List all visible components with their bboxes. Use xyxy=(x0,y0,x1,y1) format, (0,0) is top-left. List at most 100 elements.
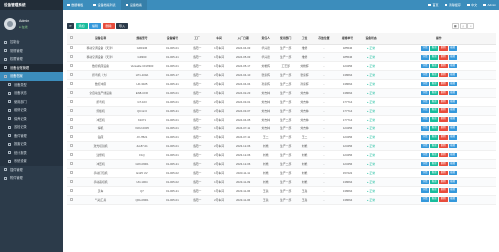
column-header[interactable]: 设备名称 xyxy=(75,33,126,45)
sidebar-item[interactable]: 巡检记录 xyxy=(0,123,63,132)
repair-button[interactable]: 报修 xyxy=(430,170,439,176)
row-checkbox[interactable] xyxy=(69,179,73,183)
repair-button[interactable]: 报修 xyxy=(430,72,439,78)
sidebar-item[interactable]: 权限管理 xyxy=(0,55,63,64)
row-checkbox[interactable] xyxy=(69,135,73,139)
add-button[interactable]: 添加 xyxy=(75,23,88,29)
table-row[interactable]: 手动打包机 E125 UV 01-005-02 洛阳一 1号车间 2023-11-11 刘艳… xyxy=(67,168,496,178)
row-checkbox[interactable] xyxy=(69,73,73,77)
table-row[interactable]: 折弯机 GT-103 01-005-01 洛阳一 2号车间 2024-03-01 刘吉林 生产… xyxy=(67,97,496,107)
sidebar-item[interactable]: 附件管理 xyxy=(0,174,63,183)
topnav-dashboard[interactable]: 数据看板 xyxy=(63,0,88,10)
edit-row-button[interactable]: 编辑 xyxy=(448,72,457,78)
detail-button[interactable]: 详情 xyxy=(420,90,430,96)
delete-row-button[interactable]: 删除 xyxy=(439,117,448,122)
row-checkbox[interactable] xyxy=(69,162,73,166)
sidebar-item[interactable]: 统计报表 xyxy=(0,148,63,157)
delete-row-button[interactable]: 删除 xyxy=(439,143,448,149)
avatar[interactable] xyxy=(4,18,16,30)
clear-cache-link[interactable]: 清除缓存 xyxy=(442,0,464,10)
repair-button[interactable]: 报修 xyxy=(430,197,439,202)
table-row[interactable]: 折弯机（大） H71-100A 01-005-17 洛阳一 2号车间 2024-04-10… xyxy=(67,70,496,81)
edit-row-button[interactable]: 编辑 xyxy=(448,90,457,96)
detail-button[interactable]: 详情 xyxy=(420,197,430,202)
row-checkbox[interactable] xyxy=(69,108,73,112)
edit-row-button[interactable]: 编辑 xyxy=(448,63,457,69)
table-row[interactable]: 手动裁切机 UN-1004 01-005-02 洛阳一 1号车间 2023-11-09 刘艳… xyxy=(67,177,496,187)
detail-button[interactable]: 详情 xyxy=(420,81,430,87)
sidebar-item[interactable]: 设备类型 xyxy=(0,80,63,89)
repair-button[interactable]: 报修 xyxy=(430,143,439,149)
edit-row-button[interactable]: 编辑 xyxy=(448,143,457,149)
repair-button[interactable]: 报修 xyxy=(430,135,439,140)
repair-button[interactable]: 报修 xyxy=(430,99,439,105)
delete-row-button[interactable]: 删除 xyxy=(439,126,448,131)
row-checkbox[interactable] xyxy=(69,188,73,192)
delete-row-button[interactable]: 删除 xyxy=(439,46,448,51)
table-row[interactable]: 全自动生产线设备 EN8-CFR 01-005-01 洛阳一 1号车间 2024-02-2… xyxy=(67,88,496,98)
detail-button[interactable]: 详情 xyxy=(420,99,430,105)
column-header[interactable]: 使用部门 xyxy=(275,33,296,45)
edit-row-button[interactable]: 编辑 xyxy=(448,108,457,113)
edit-row-button[interactable]: 编辑 xyxy=(448,179,457,185)
repair-button[interactable]: 报修 xyxy=(430,152,439,158)
delete-row-button[interactable]: 删除 xyxy=(439,90,448,96)
detail-button[interactable]: 详情 xyxy=(420,152,430,158)
row-checkbox[interactable] xyxy=(69,144,73,148)
delete-row-button[interactable]: 删除 xyxy=(439,81,448,87)
delete-row-button[interactable]: 删除 xyxy=(439,55,448,60)
repair-button[interactable]: 报修 xyxy=(430,117,439,122)
row-checkbox[interactable] xyxy=(69,126,73,130)
table-row[interactable]: 数控机床设备 Versatile CFW300 01-005-01 洛阳一 1号车间 20… xyxy=(67,61,496,72)
edit-row-button[interactable]: 编辑 xyxy=(448,99,457,105)
edit-row-button[interactable]: 编辑 xyxy=(448,46,457,51)
row-checkbox[interactable] xyxy=(69,64,73,68)
repair-button[interactable]: 报修 xyxy=(430,126,439,131)
detail-button[interactable]: 详情 xyxy=(420,46,430,51)
table-row[interactable]: 钻床 JX-7B21 01-005-01 洛阳一 1号车间 2024-07-11 王二 生产一… xyxy=(67,132,496,143)
detail-button[interactable]: 详情 xyxy=(420,63,430,69)
delete-row-button[interactable]: 删除 xyxy=(439,188,448,193)
edit-row-button[interactable]: 编辑 xyxy=(448,126,457,131)
table-row[interactable]: 注塑机 F1Q 01-005-01 洛阳一 2号车间 2023-12-06 刘艳 生产一部 刘艳… xyxy=(67,150,496,161)
table-row[interactable]: 叉车 Q7 01-005-21 洛阳一 1号车间 2023-11-06 王兵 生产一部 王兵 -1… xyxy=(67,186,496,196)
edit-row-button[interactable]: 编辑 xyxy=(448,81,457,87)
table-row[interactable]: 移动空调设备（天津） GR930 01-005-21 洛阳一 1号车间 2024-05-0… xyxy=(67,52,496,63)
row-checkbox[interactable] xyxy=(69,117,73,121)
search-icon[interactable]: ⌕ xyxy=(467,23,475,29)
table-row[interactable]: 移动空调设备（天津） GR1936 01-005-01 洛阳一 1号车间 2024-04-… xyxy=(67,44,496,54)
edit-row-button[interactable]: 编辑 xyxy=(448,188,457,193)
table-row[interactable]: 气动工具 QFH-8001 01-005-01 洛阳一 2号车间 2023-11-06 王兵… xyxy=(67,195,496,205)
column-header[interactable]: 规格型号 xyxy=(125,33,159,45)
repair-button[interactable]: 报修 xyxy=(430,46,439,51)
column-header[interactable]: 责任人 xyxy=(255,33,276,45)
detail-button[interactable]: 详情 xyxy=(420,108,430,113)
table-row[interactable]: 剪板机 QC12-6 01-005-21 洛阳一 2号车间 2024-03-07 刘吉林 生产… xyxy=(67,106,496,116)
column-header[interactable]: 存放位置 xyxy=(313,33,335,45)
detail-button[interactable]: 详情 xyxy=(420,170,430,176)
repair-button[interactable]: 报修 xyxy=(430,90,439,96)
select-all-checkbox[interactable] xyxy=(69,36,73,40)
repair-button[interactable]: 报修 xyxy=(430,188,439,193)
delete-row-button[interactable]: 删除 xyxy=(439,63,448,69)
table-row[interactable]: 焊机 XJK2-0005 01-005-01 洛阳一 1号车间 2024-07-11 刘吉林… xyxy=(67,124,496,134)
row-checkbox[interactable] xyxy=(69,90,73,94)
import-button[interactable]: 导入 xyxy=(116,23,129,29)
row-checkbox[interactable] xyxy=(69,197,73,201)
row-checkbox[interactable] xyxy=(69,170,73,174)
row-checkbox[interactable] xyxy=(69,82,73,85)
edit-row-button[interactable]: 编辑 xyxy=(448,55,457,60)
delete-row-button[interactable]: 删除 xyxy=(439,135,448,140)
column-header[interactable]: 设备状态 xyxy=(360,33,382,45)
topnav-device-list[interactable]: 设备档案列表 xyxy=(88,0,120,10)
repair-button[interactable]: 报修 xyxy=(430,161,439,167)
detail-button[interactable]: 详情 xyxy=(420,188,430,193)
column-header[interactable]: 操作 xyxy=(381,33,496,45)
export-icon[interactable]: ⤓ xyxy=(459,23,467,29)
edit-row-button[interactable]: 编辑 xyxy=(448,152,457,158)
edit-row-button[interactable]: 编辑 xyxy=(448,117,457,122)
sidebar-item[interactable]: 备件管理 xyxy=(0,131,63,140)
column-header[interactable]: 车间 xyxy=(207,33,231,45)
row-checkbox[interactable] xyxy=(69,46,73,50)
repair-button[interactable]: 报修 xyxy=(430,81,439,87)
